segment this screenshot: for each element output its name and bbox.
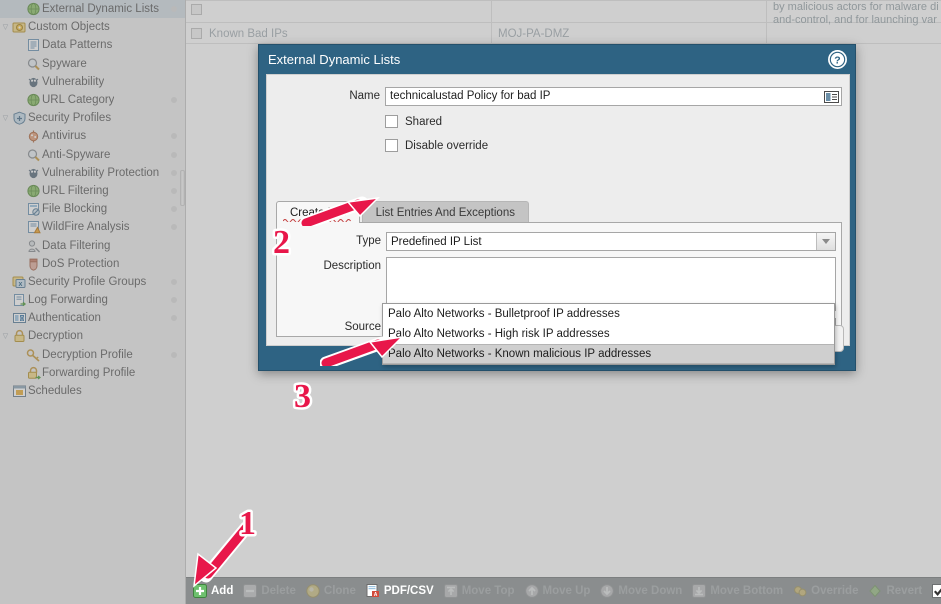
toolbar-button-label: Move Bottom [710, 585, 784, 597]
type-field-row: Type Predefined IP List [277, 232, 841, 251]
override-button: Override [790, 578, 865, 604]
svg-text:3: 3 [294, 378, 311, 415]
toolbar-button-label: Move Top [461, 585, 515, 597]
source-option[interactable]: Palo Alto Networks - High risk IP addres… [383, 324, 834, 344]
clone-button: Clone [303, 578, 363, 604]
tab-list-entries-and-exceptions[interactable]: List Entries And Exceptions [361, 201, 529, 223]
move-top-icon [443, 584, 458, 598]
screen-root: Known Bad IPs MOJ-PA-DMZ by malicious ac… [0, 0, 941, 604]
svg-text:2: 2 [273, 224, 290, 261]
toolbar-button-label: Delete [261, 585, 296, 597]
move-up-button: Move Up [522, 578, 598, 604]
type-select[interactable]: Predefined IP List [386, 232, 836, 251]
tab-list-entries-label: List Entries And Exceptions [375, 206, 515, 219]
pdf-csv-icon: A [366, 584, 380, 598]
help-icon[interactable]: ? [828, 50, 847, 69]
dialog-title-bar: External Dynamic Lists [259, 45, 857, 74]
move-down-icon [600, 584, 615, 598]
annotation-arrow-2 [300, 196, 380, 226]
toolbar-buttons: Add Delete Clone A PDF/CSV Move Top Move Up Mov… [190, 578, 929, 604]
toolbar-button-label: PDF/CSV [383, 585, 434, 597]
toolbar-button-label: Revert [886, 585, 923, 597]
shared-checkbox-row[interactable]: Shared [385, 115, 442, 128]
name-input[interactable]: technicalustad Policy for bad IP [385, 87, 842, 106]
source-dropdown-list: Palo Alto Networks - Bulletproof IP addr… [382, 303, 835, 365]
toolbar-button-label: Move Up [542, 585, 591, 597]
shared-label: Shared [405, 115, 443, 128]
bottom-toolbar: Add Delete Clone A PDF/CSV Move Top Move Up Mov… [186, 577, 941, 604]
group-by-type-toggle[interactable]: Group By Type [929, 578, 941, 604]
revert-button: Revert [865, 578, 929, 604]
move-up-icon [524, 584, 539, 598]
name-label: Name [349, 90, 380, 102]
name-picker-icon[interactable] [824, 90, 839, 104]
revert-icon [868, 584, 882, 598]
checked-box-icon [932, 584, 941, 598]
clone-icon [306, 584, 320, 598]
disable-override-checkbox-row[interactable]: Disable override [385, 139, 488, 152]
type-select-value: Predefined IP List [391, 235, 482, 248]
source-label: Source [344, 321, 381, 333]
name-field-row: Name technicalustad Policy for bad IP [267, 87, 849, 106]
move-bottom-button: Move Bottom [689, 578, 790, 604]
move-top-button: Move Top [441, 578, 522, 604]
toolbar-button-label: Clone [323, 585, 356, 597]
svg-text:1: 1 [239, 505, 256, 542]
source-option-label: Palo Alto Networks - High risk IP addres… [388, 328, 610, 340]
source-option-label: Palo Alto Networks - Bulletproof IP addr… [388, 308, 620, 320]
annotation-arrow-3 [320, 335, 405, 366]
disable-override-label: Disable override [405, 139, 489, 152]
svg-text:A: A [374, 592, 378, 598]
chevron-down-icon[interactable] [816, 233, 835, 250]
source-option[interactable]: Palo Alto Networks - Bulletproof IP addr… [383, 304, 834, 324]
name-input-value: technicalustad Policy for bad IP [390, 90, 551, 102]
source-option-label: Palo Alto Networks - Known malicious IP … [388, 348, 652, 360]
source-option[interactable]: Palo Alto Networks - Known malicious IP … [383, 344, 834, 364]
description-value [387, 258, 835, 262]
toolbar-button-label: Override [811, 585, 859, 597]
move-bottom-icon [692, 584, 707, 598]
svg-text:?: ? [834, 55, 840, 67]
toolbar-button-label: Move Down [618, 585, 683, 597]
override-icon [793, 584, 807, 598]
dialog-title-text: External Dynamic Lists [268, 52, 401, 67]
move-down-button: Move Down [597, 578, 689, 604]
pdf-csv-button[interactable]: A PDF/CSV [363, 578, 441, 604]
disable-override-checkbox[interactable] [385, 139, 398, 152]
shared-checkbox[interactable] [385, 115, 398, 128]
